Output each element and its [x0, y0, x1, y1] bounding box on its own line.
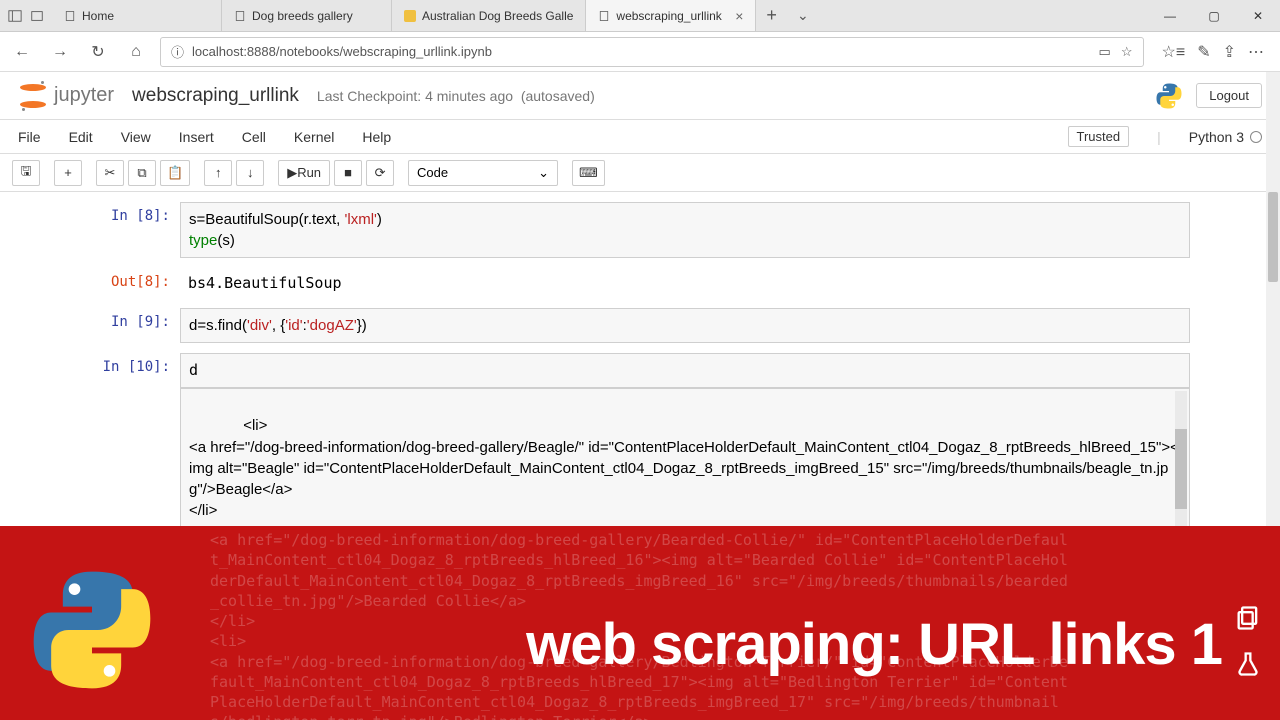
menu-help[interactable]: Help [362, 129, 391, 145]
add-cell-button[interactable]: + [54, 160, 82, 186]
page-icon [64, 10, 76, 22]
menu-view[interactable]: View [121, 129, 151, 145]
sidebar-icon[interactable] [8, 9, 22, 23]
prompt-out: Out[8]: [90, 268, 180, 298]
flask-icon [1234, 650, 1262, 678]
tab-australian[interactable]: Australian Dog Breeds Galle [392, 0, 586, 31]
address-bar[interactable]: ⓘ localhost:8888/notebooks/webscraping_u… [160, 37, 1144, 67]
favicon-icon [404, 10, 416, 22]
trusted-badge[interactable]: Trusted [1068, 126, 1130, 147]
tab-gallery[interactable]: Dog breeds gallery [222, 0, 392, 31]
new-tab-button[interactable]: + [756, 0, 787, 31]
copy-button[interactable]: ⧉ [128, 160, 156, 186]
output-text: bs4.BeautifulSoup [180, 268, 1190, 298]
prompt-in: In [10]: [90, 353, 180, 388]
prompt-in: In [8]: [90, 202, 180, 258]
menu-edit[interactable]: Edit [69, 129, 93, 145]
code-input[interactable]: d [180, 353, 1190, 388]
banner-title: web scraping: URL links 1 [526, 611, 1222, 678]
page-icon [598, 10, 610, 22]
menu-file[interactable]: File [18, 129, 41, 145]
forward-button[interactable]: → [46, 38, 74, 66]
back-button[interactable]: ← [8, 38, 36, 66]
reading-view-icon[interactable]: ▭ [1099, 44, 1111, 60]
info-icon[interactable]: ⓘ [171, 42, 184, 61]
menu-bar: File Edit View Insert Cell Kernel Help T… [0, 120, 1280, 154]
notebook-title[interactable]: webscraping_urllink [132, 85, 299, 107]
cell-out-8: Out[8]: bs4.BeautifulSoup [90, 268, 1190, 298]
tab-sidebar-icons [0, 0, 52, 31]
scrollbar-thumb[interactable] [1175, 429, 1187, 509]
browser-tab-strip: Home Dog breeds gallery Australian Dog B… [0, 0, 1280, 32]
reading-icon[interactable] [30, 9, 44, 23]
cell-in-10[interactable]: In [10]: d [90, 353, 1190, 388]
restart-button[interactable]: ⟳ [366, 160, 394, 186]
more-icon[interactable]: ⋯ [1248, 42, 1264, 62]
window-minimize[interactable]: — [1148, 0, 1192, 31]
tab-label: webscraping_urllink [616, 9, 721, 23]
jupyter-logo-text: jupyter [54, 84, 114, 107]
cell-in-8[interactable]: In [8]: s=BeautifulSoup(r.text, 'lxml') … [90, 202, 1190, 258]
menu-insert[interactable]: Insert [179, 129, 214, 145]
share-icon[interactable]: ⇪ [1223, 42, 1236, 62]
jupyter-header: jupyter webscraping_urllink Last Checkpo… [0, 72, 1280, 120]
url-text: localhost:8888/notebooks/webscraping_url… [192, 44, 492, 59]
command-palette-button[interactable]: ⌨ [572, 160, 605, 186]
tab-home[interactable]: Home [52, 0, 222, 31]
menu-cell[interactable]: Cell [242, 129, 266, 145]
close-icon[interactable]: × [735, 8, 743, 24]
tab-label: Home [82, 9, 114, 23]
window-close[interactable]: ✕ [1236, 0, 1280, 31]
notes-icon[interactable]: ✎ [1197, 42, 1210, 62]
favorite-icon[interactable]: ☆ [1121, 44, 1133, 60]
move-down-button[interactable]: ↓ [236, 160, 264, 186]
python-icon [1154, 81, 1184, 111]
video-overlay-banner: <a href="/dog-breed-information/dog-bree… [0, 526, 1280, 720]
tab-notebook[interactable]: webscraping_urllink × [586, 0, 756, 31]
prompt-in: In [9]: [90, 308, 180, 343]
jupyter-logo[interactable]: jupyter [18, 81, 114, 111]
python-logo-icon [22, 560, 162, 700]
save-button[interactable]: 🖫 [12, 160, 40, 186]
code-input[interactable]: s=BeautifulSoup(r.text, 'lxml') type(s) [180, 202, 1190, 258]
kernel-indicator[interactable]: Python 3 [1189, 129, 1262, 145]
tabs-menu-icon[interactable]: ⌄ [787, 0, 819, 31]
kernel-status-icon [1250, 131, 1262, 143]
jupyter-toolbar: 🖫 + ✂ ⧉ 📋 ↑ ↓ ▶ Run ■ ⟳ Code⌄ ⌨ [0, 154, 1280, 192]
tab-label: Australian Dog Breeds Galle [422, 9, 573, 23]
interrupt-button[interactable]: ■ [334, 160, 362, 186]
cell-type-select[interactable]: Code⌄ [408, 160, 558, 186]
refresh-button[interactable]: ↻ [84, 38, 112, 66]
logout-button[interactable]: Logout [1196, 83, 1262, 108]
menu-kernel[interactable]: Kernel [294, 129, 334, 145]
favorites-icon[interactable]: ☆≡ [1162, 42, 1186, 62]
scrollbar-thumb[interactable] [1268, 192, 1278, 282]
cut-button[interactable]: ✂ [96, 160, 124, 186]
cell-in-9[interactable]: In [9]: d=s.find('div', {'id':'dogAZ'}) [90, 308, 1190, 343]
move-up-button[interactable]: ↑ [204, 160, 232, 186]
paste-button[interactable]: 📋 [160, 160, 190, 186]
page-icon [234, 10, 246, 22]
browser-toolbar: ← → ↻ ⌂ ⓘ localhost:8888/notebooks/websc… [0, 32, 1280, 72]
checkpoint-text: Last Checkpoint: 4 minutes ago (autosave… [317, 88, 595, 104]
copy-icon [1234, 604, 1262, 632]
window-maximize[interactable]: ▢ [1192, 0, 1236, 31]
run-button[interactable]: ▶ Run [278, 160, 330, 186]
home-button[interactable]: ⌂ [122, 38, 150, 66]
tab-label: Dog breeds gallery [252, 9, 353, 23]
code-input[interactable]: d=s.find('div', {'id':'dogAZ'}) [180, 308, 1190, 343]
